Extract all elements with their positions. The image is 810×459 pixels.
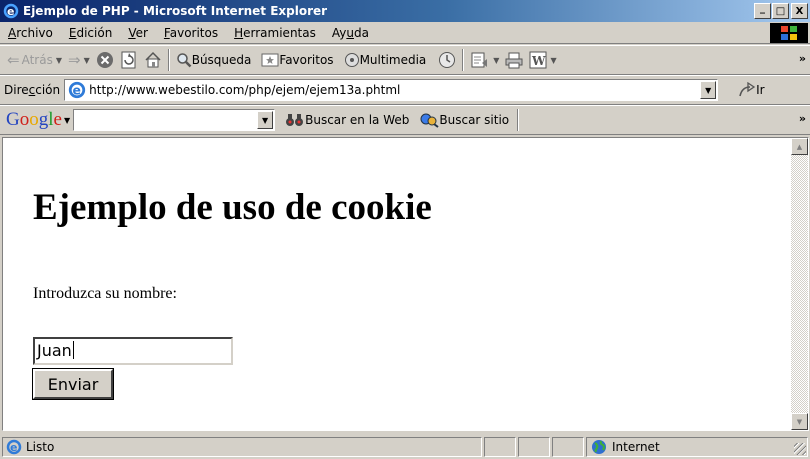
svg-text:e: e	[7, 5, 14, 18]
page-heading: Ejemplo de uso de cookie	[33, 187, 432, 228]
go-arrow-icon	[738, 82, 756, 98]
svg-text:e: e	[73, 84, 81, 98]
search-site-button[interactable]: Buscar sitio	[419, 112, 509, 128]
name-prompt: Introduzca su nombre:	[33, 285, 177, 302]
back-dropdown-icon[interactable]: ▼	[56, 56, 62, 65]
google-toolbar-more-icon[interactable]: »	[799, 112, 806, 125]
back-arrow-icon: ⇐	[7, 51, 20, 69]
favorites-button[interactable]: Favoritos	[258, 48, 336, 72]
menu-archivo[interactable]: Archivo	[0, 22, 61, 44]
refresh-button[interactable]	[117, 48, 141, 72]
menu-ver[interactable]: Ver	[120, 22, 156, 44]
media-button[interactable]: Multimedia	[341, 48, 430, 72]
globe-icon	[591, 439, 607, 455]
go-button[interactable]: Ir	[738, 82, 765, 98]
maximize-button[interactable]: □	[772, 3, 789, 19]
home-button[interactable]	[141, 48, 165, 72]
name-input[interactable]: Juan	[33, 337, 233, 365]
search-button[interactable]: Búsqueda	[173, 48, 255, 72]
menu-favoritos[interactable]: Favoritos	[156, 22, 226, 44]
resize-grip-icon[interactable]	[794, 443, 806, 455]
print-icon	[505, 51, 523, 69]
address-url: http://www.webestilo.com/php/ejem/ejem13…	[89, 83, 401, 97]
toolbar-separator	[167, 49, 170, 71]
status-cell	[518, 437, 550, 457]
address-input[interactable]: e http://www.webestilo.com/php/ejem/ejem…	[64, 79, 719, 101]
address-label: Dirección	[4, 83, 61, 97]
ie-icon: e	[3, 3, 19, 19]
back-button[interactable]: ⇐ Atrás ▼	[4, 48, 65, 72]
home-icon	[144, 51, 162, 69]
vertical-scrollbar[interactable]: ▲ ▼	[791, 138, 808, 430]
mail-dropdown-icon[interactable]: ▼	[493, 56, 499, 65]
stop-icon	[96, 51, 114, 69]
minimize-button[interactable]: _	[754, 3, 771, 19]
toolbar-separator	[517, 109, 520, 131]
toolbar-separator	[462, 49, 465, 71]
edit-word-button[interactable]: W ▼	[526, 48, 559, 72]
history-button[interactable]	[435, 48, 459, 72]
toolbar-more-icon[interactable]: »	[799, 52, 806, 65]
binoculars-icon	[285, 112, 305, 128]
status-page-icon: e	[6, 439, 22, 455]
status-text: Listo	[26, 440, 55, 454]
media-icon	[344, 52, 360, 68]
print-button[interactable]	[502, 48, 526, 72]
google-menu-dropdown-icon[interactable]: ▼	[64, 116, 70, 125]
status-text-panel: e Listo	[2, 437, 482, 457]
search-web-button[interactable]: Buscar en la Web	[285, 112, 409, 128]
submit-button[interactable]: Enviar	[32, 368, 114, 400]
refresh-icon	[120, 51, 138, 69]
google-toolbar: Google ▼ ▼ Buscar en la Web Buscar sitio…	[0, 105, 810, 135]
minimize-icon: _	[760, 2, 765, 14]
svg-text:W: W	[531, 54, 546, 68]
scroll-down-icon[interactable]: ▼	[791, 413, 808, 430]
title-bar[interactable]: e Ejemplo de PHP - Microsoft Internet Ex…	[0, 0, 810, 22]
maximize-icon: □	[775, 5, 786, 17]
site-search-icon	[419, 112, 439, 128]
scroll-up-icon[interactable]: ▲	[791, 138, 808, 155]
mail-button[interactable]: ▼	[467, 48, 502, 72]
favorites-icon	[261, 52, 279, 68]
page-content: Ejemplo de uso de cookie Introduzca su n…	[3, 138, 791, 430]
window-title: Ejemplo de PHP - Microsoft Internet Expl…	[23, 4, 328, 18]
menu-herramientas[interactable]: Herramientas	[226, 22, 324, 44]
status-bar: e Listo Internet	[0, 435, 810, 459]
google-logo[interactable]: Google	[6, 109, 62, 131]
close-button[interactable]: X	[791, 3, 808, 19]
search-icon	[176, 52, 192, 68]
forward-arrow-icon: ⇒	[67, 51, 81, 69]
close-icon: X	[795, 5, 804, 17]
page-viewport: Ejemplo de uso de cookie Introduzca su n…	[2, 137, 809, 431]
status-cell	[552, 437, 584, 457]
stop-button[interactable]	[93, 48, 117, 72]
word-icon: W	[529, 51, 547, 69]
address-dropdown-icon[interactable]: ▼	[700, 81, 717, 99]
windows-logo-icon	[770, 23, 808, 43]
security-zone[interactable]: Internet	[586, 437, 808, 457]
google-search-dropdown-icon[interactable]: ▼	[257, 111, 274, 129]
svg-text:e: e	[10, 441, 17, 454]
status-cell	[484, 437, 516, 457]
google-search-input[interactable]: ▼	[73, 109, 276, 131]
standard-toolbar: ⇐ Atrás ▼ ⇒ ▼ Búsqueda Favoritos Multime…	[0, 45, 810, 75]
mail-icon	[470, 51, 490, 69]
text-caret	[72, 341, 74, 359]
menu-ayuda[interactable]: Ayuda	[324, 22, 377, 44]
page-icon: e	[68, 81, 86, 99]
address-bar: Dirección e http://www.webestilo.com/php…	[0, 75, 810, 105]
menu-bar: Archivo Edición Ver Favoritos Herramient…	[0, 22, 810, 44]
menu-edicion[interactable]: Edición	[61, 22, 120, 44]
edit-dropdown-icon[interactable]: ▼	[550, 56, 556, 65]
forward-dropdown-icon[interactable]: ▼	[84, 56, 90, 65]
history-icon	[438, 51, 456, 69]
forward-button[interactable]: ⇒ ▼	[65, 48, 93, 72]
